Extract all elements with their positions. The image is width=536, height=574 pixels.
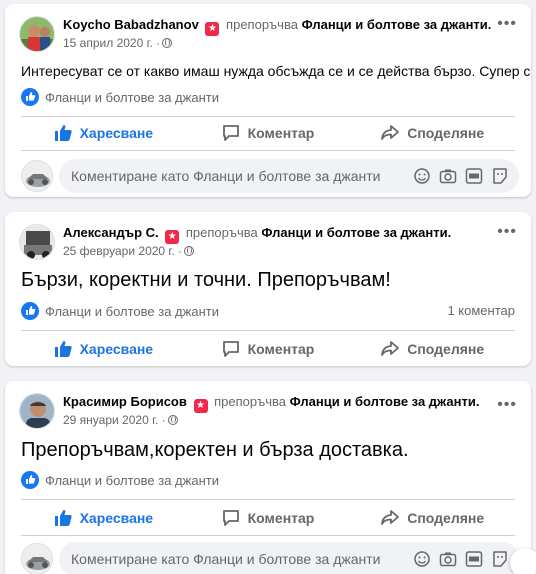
thumbs-up-icon [21, 471, 39, 489]
page-name[interactable]: Фланци и болтове за джанти. [261, 225, 451, 240]
post-date[interactable]: 15 април 2020 г. · [63, 36, 160, 50]
comment-icon [222, 341, 239, 357]
action-bar: Харесване Коментар Споделяне [21, 332, 515, 366]
comment-placeholder: Коментиране като Фланци и болтове за джа… [71, 168, 381, 184]
more-icon[interactable]: ••• [497, 16, 517, 32]
avatar [21, 543, 53, 574]
post-header: Александър С. ★ препоръчва Фланци и болт… [19, 222, 491, 262]
post-header: Koycho Babadzhanov ★ препоръчва Фланци и… [19, 14, 491, 54]
emoji-icon[interactable] [413, 167, 431, 185]
like-label: Харесване [79, 341, 154, 357]
author-name[interactable]: Красимир Борисов [63, 394, 187, 409]
comment-label: Коментар [247, 125, 315, 141]
page-name[interactable]: Фланци и болтове за джанти. [290, 394, 480, 409]
globe-icon [162, 38, 173, 48]
share-icon [381, 125, 400, 140]
post-tag[interactable]: Фланци и болтове за джанти [21, 471, 515, 489]
share-button[interactable]: Споделяне [350, 332, 515, 366]
tag-label: Фланци и болтове за джанти [45, 473, 219, 488]
avatar[interactable] [19, 393, 55, 429]
post-card: Красимир Борисов ★ препоръчва Фланци и б… [5, 381, 531, 574]
share-icon [381, 341, 400, 356]
post-tag[interactable]: Фланци и болтове за джанти 1 коментар [21, 302, 515, 320]
comment-label: Коментар [247, 510, 315, 526]
sticker-icon[interactable] [491, 550, 509, 568]
comment-label: Коментар [247, 341, 315, 357]
globe-icon [184, 246, 194, 256]
like-label: Харесване [79, 125, 154, 141]
avatar[interactable] [19, 224, 55, 260]
tag-label: Фланци и болтове за джанти [45, 90, 219, 105]
gif-icon[interactable] [465, 550, 483, 568]
share-button[interactable]: Споделяне [350, 116, 515, 150]
sticker-icon[interactable] [491, 167, 509, 185]
comment-icon [222, 125, 239, 141]
like-button[interactable]: Харесване [21, 332, 186, 366]
recommends-text: препоръчва [214, 394, 287, 409]
share-button[interactable]: Споделяне [350, 501, 515, 535]
comment-button[interactable]: Коментар [186, 501, 351, 535]
more-icon[interactable]: ••• [497, 397, 517, 413]
comment-row: Коментиране като Фланци и болтове за джа… [21, 159, 519, 193]
gif-icon[interactable] [465, 167, 483, 185]
comment-count[interactable]: 1 коментар [447, 302, 515, 320]
post-date[interactable]: 25 февруари 2020 г. · [63, 244, 182, 258]
thumbs-up-icon [21, 302, 39, 320]
comment-icon [222, 510, 239, 526]
thumbs-up-icon [54, 341, 72, 357]
camera-icon[interactable] [439, 550, 457, 568]
tag-label: Фланци и болтове за джанти [45, 304, 219, 319]
post-text: Интересуват се от какво имаш нужда обсъж… [21, 63, 531, 79]
avatar [21, 160, 53, 192]
like-button[interactable]: Харесване [21, 116, 186, 150]
share-label: Споделяне [407, 510, 485, 526]
recommends-text: препоръчва [185, 225, 258, 240]
post-text: Бързи, коректни и точни. Препоръчвам! [21, 269, 391, 291]
share-label: Споделяне [407, 125, 485, 141]
recommend-star-icon: ★ [193, 399, 208, 413]
comment-input[interactable]: Коментиране като Фланци и болтове за джа… [59, 542, 519, 574]
post-tag[interactable]: Фланци и болтове за джанти [21, 88, 515, 106]
like-button[interactable]: Харесване [21, 501, 186, 535]
action-bar: Харесване Коментар Споделяне [21, 116, 515, 150]
camera-icon[interactable] [439, 167, 457, 185]
comment-placeholder: Коментиране като Фланци и болтове за джа… [71, 551, 381, 567]
divider [21, 535, 515, 536]
thumbs-up-icon [54, 125, 72, 141]
scroll-button[interactable] [510, 548, 536, 574]
globe-icon [167, 415, 178, 425]
comment-row: Коментиране като Фланци и болтове за джа… [21, 542, 519, 574]
divider [21, 150, 515, 151]
author-name[interactable]: Александър С. [63, 225, 159, 240]
share-icon [381, 510, 400, 525]
thumbs-up-icon [54, 510, 72, 526]
comment-button[interactable]: Коментар [186, 116, 351, 150]
comment-button[interactable]: Коментар [186, 332, 351, 366]
avatar[interactable] [19, 16, 55, 52]
emoji-icon[interactable] [413, 550, 431, 568]
page-name[interactable]: Фланци и болтове за джанти. [302, 17, 492, 32]
post-header: Красимир Борисов ★ препоръчва Фланци и б… [19, 391, 491, 431]
divider [21, 330, 515, 331]
post-card: Koycho Babadzhanov ★ препоръчва Фланци и… [5, 4, 531, 197]
post-date[interactable]: 29 януари 2020 г. · [63, 413, 166, 427]
recommend-star-icon: ★ [205, 22, 220, 36]
more-icon[interactable]: ••• [497, 224, 517, 240]
share-label: Споделяне [407, 341, 485, 357]
divider [21, 499, 515, 500]
action-bar: Харесване Коментар Споделяне [21, 501, 515, 535]
like-label: Харесване [79, 510, 154, 526]
author-name[interactable]: Koycho Babadzhanov [63, 17, 199, 32]
recommends-text: препоръчва [226, 17, 298, 32]
post-text: Препоръчвам,коректен и бърза доставка. [21, 439, 409, 461]
recommend-star-icon: ★ [165, 230, 180, 244]
thumbs-up-icon [21, 88, 39, 106]
post-card: Александър С. ★ препоръчва Фланци и болт… [5, 212, 531, 366]
comment-input[interactable]: Коментиране като Фланци и болтове за джа… [59, 159, 519, 193]
